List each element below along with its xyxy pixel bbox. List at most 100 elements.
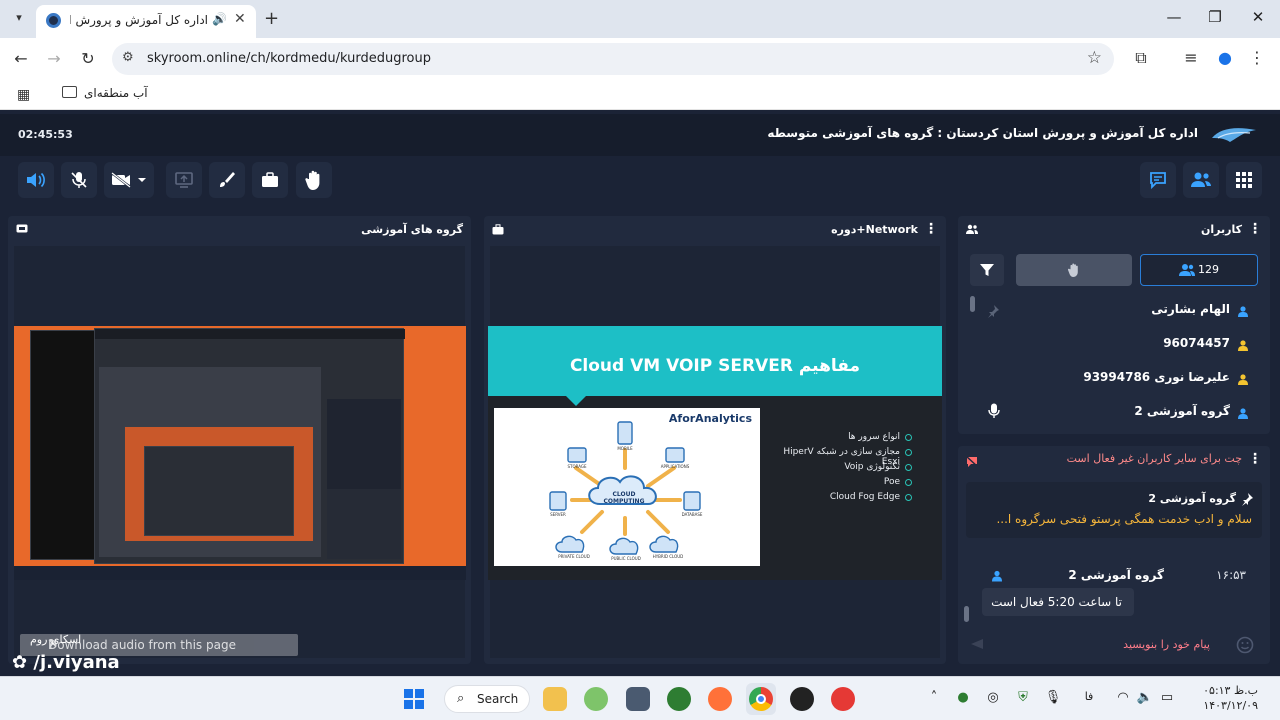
volume-icon[interactable]: 🔈: [1136, 690, 1154, 705]
tab-search-chevron-icon[interactable]: ▾: [8, 7, 30, 29]
chat-toggle-button[interactable]: [1140, 162, 1176, 198]
skyroom-favicon-icon: [46, 13, 61, 28]
app-icon[interactable]: [584, 687, 608, 711]
tab-audio-icon[interactable]: 🔊: [212, 12, 227, 26]
url-text[interactable]: skyroom.online/ch/kordmedu/kurdedugroup: [147, 51, 431, 66]
bookmark-folder-label[interactable]: آب منطقه‌ای: [84, 86, 148, 100]
user-list-item[interactable]: الهام بشارتی: [990, 298, 1250, 322]
speaker-icon: [27, 172, 45, 188]
tray-time: ۰۵:۱۳ ب.ظ: [1203, 684, 1258, 697]
maximize-icon[interactable]: ❐: [1203, 8, 1227, 26]
language-indicator[interactable]: فا: [1080, 690, 1098, 703]
raised-hands-tab[interactable]: [1016, 254, 1132, 286]
user-avatar-icon: [1238, 408, 1248, 419]
user-list-item[interactable]: علیرضا نوری 93994786: [990, 366, 1250, 390]
raise-hand-button[interactable]: [296, 162, 332, 198]
search-icon: ⌕: [457, 691, 465, 706]
user-name: گروه آموزشی 2: [1134, 404, 1230, 418]
bookmark-star-icon[interactable]: ☆: [1087, 48, 1102, 68]
media-control-icon[interactable]: ≡: [1180, 48, 1202, 67]
camera-button[interactable]: [104, 162, 154, 198]
tab-close-icon[interactable]: ✕: [234, 11, 246, 27]
session-clock: 02:45:53: [18, 128, 73, 141]
users-list-scrollbar[interactable]: [970, 296, 975, 312]
apps-grid-icon[interactable]: ▦: [17, 87, 30, 103]
browser-tab-active[interactable]: اداره کل آموزش و پرورش است 🔊 ✕: [36, 5, 256, 38]
app-icon[interactable]: [626, 687, 650, 711]
chat-panel: چت برای سایر کاربران غیر فعال است ⋮ گروه…: [958, 446, 1270, 664]
taskbar-search[interactable]: ⌕ Search: [444, 685, 530, 713]
cloud-diagram-svg: CLOUD COMPUTING MOBILE STORAGE APPLICATI…: [549, 421, 703, 561]
users-count-tab[interactable]: 129: [1140, 254, 1258, 286]
files-button[interactable]: [252, 162, 288, 198]
diagram-label-public-cloud: PUBLIC CLOUD: [611, 556, 641, 561]
record-icon[interactable]: [831, 687, 855, 711]
users-panel: کاربران ⋮ 129 الهام بشارتی 96074457 علیر…: [958, 216, 1270, 434]
minimize-icon[interactable]: —: [1162, 8, 1186, 26]
app-toolbar: [8, 156, 1272, 206]
apps-menu-button[interactable]: [1226, 162, 1262, 198]
panel-header: کاربران ⋮: [958, 216, 1270, 244]
pinned-message[interactable]: گروه آموزشی 2 سلام و ادب خدمت همگی پرستو…: [966, 482, 1262, 538]
message-time: ۱۶:۵۳: [1216, 568, 1246, 582]
battery-icon[interactable]: ▭: [1158, 690, 1176, 705]
emoji-icon[interactable]: [1236, 636, 1254, 654]
chat-panel-menu-icon[interactable]: ⋮: [1248, 451, 1262, 467]
chat-scrollbar[interactable]: [964, 606, 969, 622]
chat-composer[interactable]: پیام خود را بنویسید: [962, 630, 1266, 660]
app-icon[interactable]: [790, 687, 814, 711]
chat-icon: [1150, 172, 1166, 190]
search-label: Search: [477, 692, 519, 706]
tray-app-icon[interactable]: ◎: [984, 690, 1002, 705]
microphone-button[interactable]: [61, 162, 97, 198]
banner-close-icon[interactable]: ✕: [48, 637, 294, 651]
user-avatar-icon: [1238, 340, 1248, 351]
app-icon[interactable]: [667, 687, 691, 711]
watermark-sub: اسکای روم: [30, 633, 82, 646]
diagram-label-database: DATABASE: [682, 512, 703, 517]
tray-app-icon[interactable]: ●: [954, 690, 972, 705]
tray-overflow-icon[interactable]: ˄: [925, 690, 943, 705]
whiteboard-button[interactable]: [209, 162, 245, 198]
users-toggle-button[interactable]: [1183, 162, 1219, 198]
slide-bullet-list: انواع سرور ها مجازی سازی در شبکه HiperV …: [768, 432, 912, 507]
send-icon[interactable]: [970, 638, 984, 650]
security-icon[interactable]: ⛨: [1014, 690, 1032, 705]
user-avatar-icon: [992, 570, 1002, 582]
start-icon[interactable]: [404, 689, 424, 709]
extensions-icon[interactable]: ⧉: [1130, 48, 1152, 68]
forward-icon[interactable]: →: [43, 49, 65, 68]
hand-icon: [1067, 263, 1078, 277]
diagram-label-applications: APPLICATIONS: [661, 464, 690, 469]
folder-icon[interactable]: [62, 86, 77, 98]
slide-panel-menu-icon[interactable]: ⋮: [924, 221, 938, 237]
new-tab-icon[interactable]: +: [264, 8, 279, 29]
browser-menu-icon[interactable]: ⋮: [1246, 48, 1268, 67]
chrome-taskbar-button[interactable]: [746, 683, 776, 715]
address-bar[interactable]: ⚙ skyroom.online/ch/kordmedu/kurdedugrou…: [112, 43, 1114, 75]
wifi-icon[interactable]: ◠: [1114, 690, 1132, 705]
profile-icon[interactable]: ●: [1214, 48, 1236, 67]
speaker-button[interactable]: [18, 162, 54, 198]
chat-input-placeholder: پیام خود را بنویسید: [1123, 638, 1210, 651]
diagram-label-server: SERVER: [550, 512, 566, 517]
user-list-item[interactable]: 96074457: [990, 332, 1250, 356]
file-explorer-icon[interactable]: [543, 687, 567, 711]
users-filter-button[interactable]: [970, 254, 1004, 286]
tray-date: ۱۴۰۳/۱۲/۰۹: [1203, 699, 1258, 712]
screen-share-button[interactable]: [166, 162, 202, 198]
user-avatar-icon: [1238, 306, 1248, 317]
users-panel-menu-icon[interactable]: ⋮: [1248, 221, 1262, 237]
back-icon[interactable]: ←: [10, 49, 32, 68]
hand-icon: [305, 170, 320, 190]
tray-clock[interactable]: ۰۵:۱۳ ب.ظ ۱۴۰۳/۱۲/۰۹: [1203, 683, 1258, 713]
firefox-icon[interactable]: [708, 687, 732, 711]
window-close-icon[interactable]: ✕: [1246, 8, 1270, 26]
screen-icon: [16, 224, 28, 233]
message-sender: گروه آموزشی 2: [1068, 568, 1164, 582]
bookmarks-bar: ▦ آب منطقه‌ای: [0, 80, 1280, 110]
reload-icon[interactable]: ↻: [77, 49, 99, 68]
site-info-icon[interactable]: ⚙: [122, 50, 134, 65]
tray-mic-icon[interactable]: 🎙: [1044, 690, 1062, 705]
user-list-item[interactable]: گروه آموزشی 2: [990, 400, 1250, 424]
